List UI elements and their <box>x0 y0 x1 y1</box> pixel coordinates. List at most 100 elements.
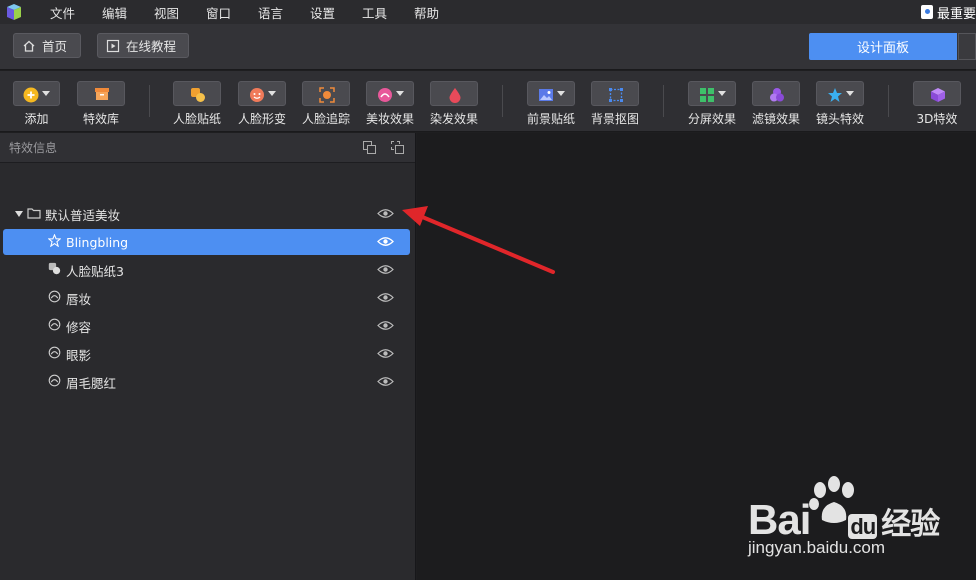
tool-filter[interactable]: 滤镜效果 <box>752 81 800 127</box>
tool-bg-matting[interactable]: 背景抠图 <box>591 81 639 127</box>
hair-dye-label: 染发效果 <box>430 112 479 126</box>
tree-item-brow-blush[interactable]: 眉毛腮红 <box>3 369 410 395</box>
menu-help[interactable]: 帮助 <box>414 3 466 22</box>
menu-file[interactable]: 文件 <box>50 3 102 22</box>
copy-icon[interactable] <box>363 141 377 155</box>
cube-icon <box>930 87 945 102</box>
menu-bar: 文件 编辑 视图 窗口 语言 设置 工具 帮助 最重要 <box>0 0 976 24</box>
tree-item-contour[interactable]: 修容 <box>3 313 410 339</box>
visibility-eye-icon[interactable] <box>377 348 394 359</box>
menu-language[interactable]: 语言 <box>258 3 310 22</box>
menu-edit[interactable]: 编辑 <box>102 3 154 22</box>
filter-icon <box>769 87 784 101</box>
tree-folder-root[interactable]: 默认普适美妆 <box>3 201 410 227</box>
tree-item-blingbling[interactable]: Blingbling <box>3 229 410 255</box>
sticker-small-icon <box>48 262 61 278</box>
baidu-watermark: Bai du 经验 jingyan.baidu.com <box>748 474 948 574</box>
home-label: 首页 <box>42 39 68 54</box>
face-morph-button[interactable] <box>238 81 286 106</box>
three-d-button[interactable] <box>913 81 961 106</box>
menu-window[interactable]: 窗口 <box>206 3 258 22</box>
tool-face-sticker[interactable]: 人脸贴纸 <box>173 81 221 127</box>
add-button[interactable] <box>13 81 60 106</box>
tree-item-label: 修容 <box>66 319 92 335</box>
makeup-icon <box>377 87 392 102</box>
menu-settings[interactable]: 设置 <box>310 3 362 22</box>
visibility-eye-icon[interactable] <box>377 292 394 303</box>
visibility-eye-icon[interactable] <box>377 264 394 275</box>
nav-row: 首页 在线教程 设计面板 <box>0 24 976 70</box>
tool-effects-library[interactable]: 特效库 <box>77 81 125 127</box>
tool-add[interactable]: 添加 <box>13 81 60 127</box>
tool-hair-dye[interactable]: 染发效果 <box>430 81 478 127</box>
fg-sticker-button[interactable] <box>527 81 575 106</box>
tool-lens[interactable]: 镜头特效 <box>816 81 864 127</box>
project-title-area[interactable]: 最重要 <box>920 0 976 24</box>
chevron-down-icon <box>717 91 726 96</box>
effects-toolbar: 添加 特效库 人脸贴纸 人脸形变 人脸追踪 美妆效果 染发效果 前景贴纸 背景抠… <box>0 71 976 132</box>
visibility-eye-icon[interactable] <box>377 236 394 247</box>
star-icon <box>827 87 842 102</box>
tab-design-panel[interactable]: 设计面板 <box>809 33 957 60</box>
tree-item-label: 默认普适美妆 <box>45 207 121 223</box>
face-morph-label: 人脸形变 <box>238 112 287 126</box>
visibility-eye-icon[interactable] <box>377 208 394 219</box>
drop-icon <box>447 87 461 103</box>
add-label: 添加 <box>24 112 49 126</box>
menu-view[interactable]: 视图 <box>154 3 206 22</box>
folder-icon <box>27 207 41 222</box>
split-screen-button[interactable] <box>688 81 736 106</box>
effects-info-panel: 特效信息 默认普适美妆 Blingbling 人脸贴纸3 唇妆 修容 眼影 眉毛… <box>0 133 416 580</box>
visibility-eye-icon[interactable] <box>377 320 394 331</box>
tutorial-label: 在线教程 <box>126 39 177 54</box>
makeup-small-icon <box>48 318 61 334</box>
makeup-button[interactable] <box>366 81 414 106</box>
tree-item-label: 眉毛腮红 <box>66 375 117 391</box>
home-icon <box>22 39 36 53</box>
tool-3d[interactable]: 3D特效 <box>913 81 961 127</box>
tutorial-button[interactable]: 在线教程 <box>97 33 189 58</box>
bg-matting-label: 背景抠图 <box>591 112 640 126</box>
menu-tools[interactable]: 工具 <box>362 3 414 22</box>
tree-item-lip-makeup[interactable]: 唇妆 <box>3 285 410 311</box>
filter-button[interactable] <box>752 81 800 106</box>
play-icon <box>106 39 120 53</box>
toolbar-divider <box>888 85 889 117</box>
chevron-down-icon <box>267 91 276 96</box>
panel-title: 特效信息 <box>9 141 58 155</box>
makeup-small-icon <box>48 374 61 390</box>
tool-split-screen[interactable]: 分屏效果 <box>688 81 736 127</box>
face-sticker-button[interactable] <box>173 81 221 106</box>
watermark-brand: Bai du 经验 <box>748 496 940 544</box>
tool-face-track[interactable]: 人脸追踪 <box>302 81 350 127</box>
design-panel-label: 设计面板 <box>856 41 909 56</box>
hair-dye-button[interactable] <box>430 81 478 106</box>
paste-icon[interactable] <box>391 141 405 155</box>
visibility-eye-icon[interactable] <box>377 376 394 387</box>
app-logo-icon <box>4 2 24 22</box>
tree-item-face-sticker[interactable]: 人脸贴纸3 <box>3 257 410 283</box>
home-button[interactable]: 首页 <box>13 33 81 58</box>
chevron-down-icon <box>556 91 565 96</box>
toolbar-divider <box>502 85 503 117</box>
watermark-bai: Bai <box>748 496 811 543</box>
watermark-url: jingyan.baidu.com <box>748 538 886 557</box>
star-outline-icon <box>47 233 62 250</box>
panel-header: 特效信息 <box>0 133 415 163</box>
tree-item-label: 人脸贴纸3 <box>66 263 124 279</box>
tree-item-eyeshadow[interactable]: 眼影 <box>3 341 410 367</box>
lens-button[interactable] <box>816 81 864 106</box>
bg-matting-button[interactable] <box>591 81 639 106</box>
tab-next[interactable] <box>958 33 976 60</box>
watermark-jingyan: 经验 <box>881 508 940 541</box>
face-icon <box>249 87 264 102</box>
effects-library-button[interactable] <box>77 81 125 106</box>
document-icon <box>920 5 933 19</box>
face-track-button[interactable] <box>302 81 350 106</box>
makeup-small-icon <box>48 290 61 306</box>
tool-fg-sticker[interactable]: 前景贴纸 <box>527 81 575 127</box>
tool-face-morph[interactable]: 人脸形变 <box>238 81 286 127</box>
expand-triangle-icon[interactable] <box>15 211 23 217</box>
image-icon <box>538 87 553 101</box>
tool-makeup[interactable]: 美妆效果 <box>366 81 414 127</box>
